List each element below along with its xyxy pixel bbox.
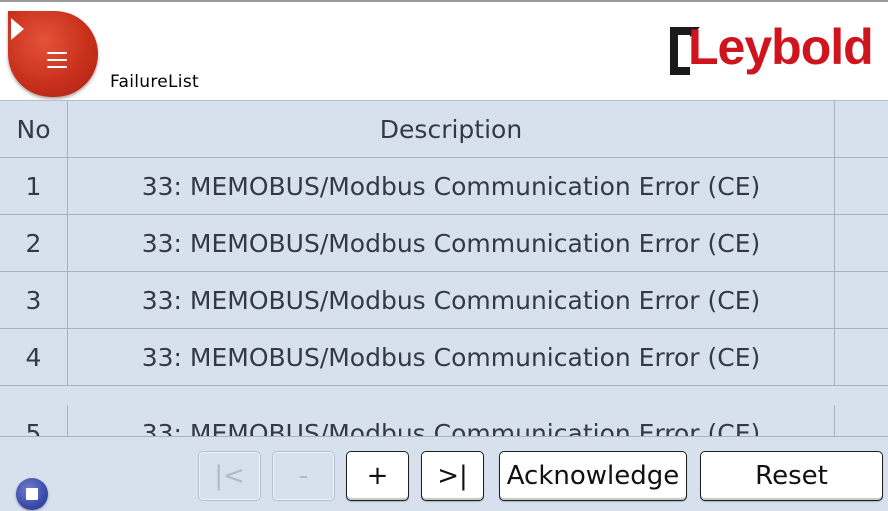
leybold-logo: Leybold bbox=[664, 19, 888, 84]
row-number: 5 bbox=[0, 405, 68, 437]
row-extra-cell bbox=[835, 158, 888, 214]
table-header-row: No Description bbox=[0, 101, 888, 158]
failure-list-table: No Description 1 33: MEMOBUS/Modbus Comm… bbox=[0, 100, 888, 437]
menu-arrow-icon bbox=[11, 18, 24, 40]
row-description: 33: MEMOBUS/Modbus Communication Error (… bbox=[68, 329, 835, 385]
previous-page-button[interactable]: - bbox=[272, 451, 335, 501]
stop-icon bbox=[26, 488, 38, 500]
column-header-extra bbox=[835, 101, 888, 157]
footer-toolbar: |< - + >| Acknowledge Reset bbox=[0, 436, 888, 511]
row-number: 1 bbox=[0, 158, 68, 214]
first-page-button[interactable]: |< bbox=[198, 451, 261, 501]
column-header-no: No bbox=[0, 101, 68, 157]
next-page-button[interactable]: + bbox=[346, 451, 409, 501]
row-extra-cell bbox=[835, 272, 888, 328]
logo-bracket-icon bbox=[670, 27, 700, 75]
last-page-button[interactable]: >| bbox=[421, 451, 484, 501]
hamburger-menu-icon bbox=[47, 52, 67, 73]
row-number: 2 bbox=[0, 215, 68, 271]
table-row[interactable]: 1 33: MEMOBUS/Modbus Communication Error… bbox=[0, 158, 888, 215]
table-row[interactable]: 5 33: MEMOBUS/Modbus Communication Error… bbox=[0, 405, 888, 437]
row-number: 4 bbox=[0, 329, 68, 385]
row-description: 33: MEMOBUS/Modbus Communication Error (… bbox=[68, 405, 835, 437]
page-title: FailureList bbox=[110, 72, 199, 92]
table-row[interactable]: 2 33: MEMOBUS/Modbus Communication Error… bbox=[0, 215, 888, 272]
row-extra-cell bbox=[835, 329, 888, 385]
row-description: 33: MEMOBUS/Modbus Communication Error (… bbox=[68, 215, 835, 271]
table-row[interactable]: 4 33: MEMOBUS/Modbus Communication Error… bbox=[0, 329, 888, 386]
logo-text: Leybold bbox=[688, 19, 874, 75]
row-extra-cell bbox=[835, 215, 888, 271]
column-header-description: Description bbox=[68, 101, 835, 157]
acknowledge-button[interactable]: Acknowledge bbox=[499, 451, 687, 501]
row-number: 3 bbox=[0, 272, 68, 328]
row-extra-cell bbox=[835, 405, 888, 437]
table-row[interactable]: 3 33: MEMOBUS/Modbus Communication Error… bbox=[0, 272, 888, 329]
main-menu-button[interactable] bbox=[8, 11, 98, 97]
row-description: 33: MEMOBUS/Modbus Communication Error (… bbox=[68, 158, 835, 214]
header-bar: FailureList Leybold bbox=[0, 0, 888, 100]
row-description: 33: MEMOBUS/Modbus Communication Error (… bbox=[68, 272, 835, 328]
reset-button[interactable]: Reset bbox=[700, 451, 883, 501]
stop-button[interactable] bbox=[16, 478, 48, 510]
